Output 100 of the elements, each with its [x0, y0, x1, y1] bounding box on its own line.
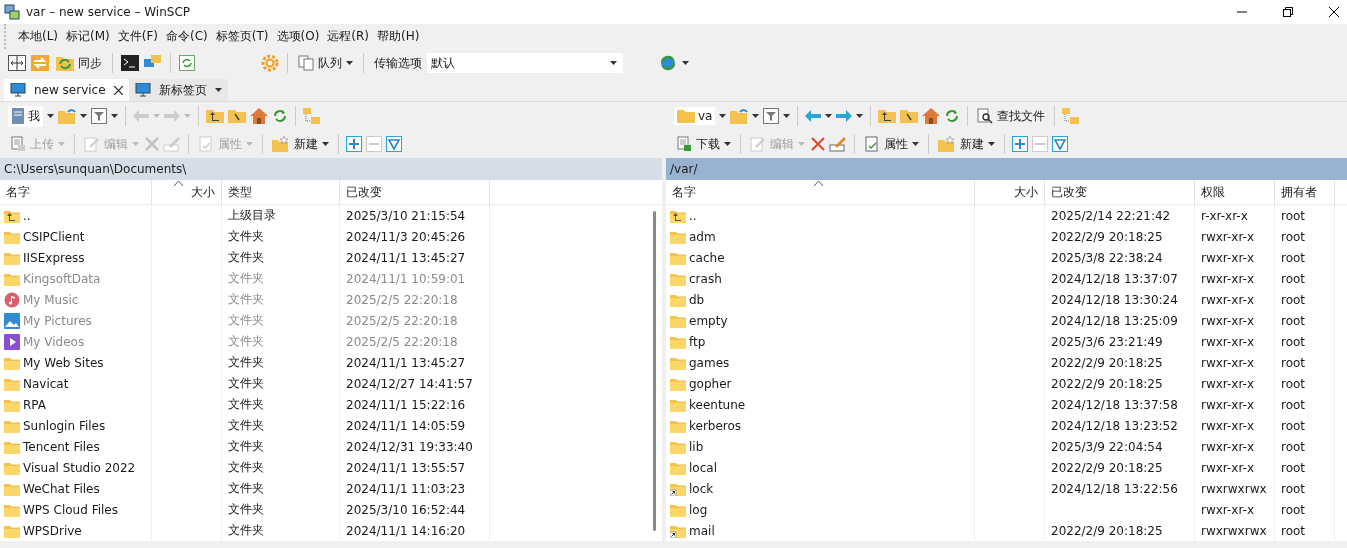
column-header[interactable]: 拥有者	[1275, 180, 1335, 204]
caret-icon[interactable]	[783, 114, 791, 118]
file-name[interactable]: games	[689, 355, 730, 370]
column-header[interactable]: 名字	[0, 180, 152, 204]
table-cell: 2025/2/14 22:21:42	[1051, 208, 1171, 223]
refresh-icon[interactable]	[944, 108, 961, 124]
refresh-icon[interactable]	[272, 108, 288, 124]
file-name[interactable]: WPSDrive	[23, 523, 82, 538]
transfer-settings-dropdown[interactable]: 默认	[427, 53, 623, 73]
column-header[interactable]: 已改变	[1045, 180, 1195, 204]
drive-selector[interactable]: va	[674, 107, 716, 125]
caret-icon[interactable]	[719, 114, 727, 118]
column-header[interactable]: 大小	[152, 180, 222, 204]
sync-globe-icon[interactable]	[659, 54, 677, 72]
menu-item[interactable]: 帮助(H)	[373, 28, 424, 45]
close-icon[interactable]	[1329, 7, 1339, 17]
file-name[interactable]: WPS Cloud Files	[23, 502, 118, 517]
file-name[interactable]: lib	[689, 439, 704, 454]
file-name[interactable]: adm	[689, 229, 716, 244]
caret-icon[interactable]	[111, 114, 118, 118]
file-name[interactable]: RPA	[23, 397, 46, 412]
file-name[interactable]: CSIPClient	[23, 229, 85, 244]
file-name[interactable]: Tencent Files	[23, 439, 100, 454]
table-cell: 文件夹	[228, 417, 264, 434]
plus-icon[interactable]	[1012, 136, 1028, 152]
file-name[interactable]: ..	[689, 208, 697, 223]
menu-item[interactable]: 命令(C)	[162, 28, 212, 45]
refresh-icon[interactable]	[179, 55, 195, 71]
home-icon[interactable]	[250, 108, 268, 124]
close-icon[interactable]	[113, 85, 123, 95]
menu-item[interactable]: 本地(L)	[14, 28, 63, 45]
file-name[interactable]: keentune	[689, 397, 746, 412]
compare-icon[interactable]	[8, 55, 26, 71]
file-name[interactable]: kerberos	[689, 418, 742, 433]
home-icon[interactable]	[922, 108, 941, 124]
column-header[interactable]: 权限	[1195, 180, 1275, 204]
file-name[interactable]: WeChat Files	[23, 481, 100, 496]
file-name[interactable]: Sunlogin Files	[23, 418, 106, 433]
sync-icon[interactable]	[31, 55, 49, 71]
file-name[interactable]: empty	[689, 313, 728, 328]
session-tab[interactable]: new service	[4, 79, 129, 101]
file-name[interactable]: ..	[23, 208, 31, 223]
filter-icon[interactable]	[91, 108, 107, 124]
file-name[interactable]: lock	[689, 481, 714, 496]
file-name[interactable]: My Pictures	[23, 313, 92, 328]
menu-item[interactable]: 标记(M)	[62, 28, 114, 45]
rename-icon[interactable]	[829, 136, 847, 152]
new-button[interactable]: 新建	[270, 134, 331, 154]
sync-button[interactable]: 同步	[54, 53, 104, 73]
select-filter-icon[interactable]	[1052, 136, 1068, 152]
caret-icon[interactable]	[80, 114, 87, 118]
file-name[interactable]: crash	[689, 271, 722, 286]
queue-button[interactable]: 队列	[296, 53, 355, 73]
properties-button[interactable]: 属性	[862, 134, 921, 154]
plus-icon[interactable]	[346, 136, 362, 152]
file-name[interactable]: cache	[689, 250, 725, 265]
delete-icon[interactable]	[811, 137, 825, 151]
path-bar: C:\Users\sunquan\Documents\	[0, 158, 663, 180]
column-header[interactable]: 类型	[222, 180, 340, 204]
column-header[interactable]: 名字	[666, 180, 975, 204]
file-name[interactable]: db	[689, 292, 705, 307]
column-header[interactable]: 大小	[975, 180, 1045, 204]
download-button[interactable]: 下载	[674, 134, 733, 154]
caret-icon[interactable]	[825, 114, 833, 118]
find-files-button[interactable]: 查找文件	[975, 106, 1048, 126]
file-name[interactable]: Visual Studio 2022	[23, 460, 136, 475]
terminal-icon[interactable]	[121, 55, 139, 71]
file-name[interactable]: My Web Sites	[23, 355, 104, 370]
file-name[interactable]: ftp	[689, 334, 706, 349]
drive-selector[interactable]: 我	[8, 105, 43, 127]
session-tab[interactable]: 新标签页	[128, 79, 228, 101]
file-name[interactable]: My Music	[23, 292, 79, 307]
menu-item[interactable]: 选项(O)	[272, 28, 324, 45]
caret-icon[interactable]	[752, 114, 760, 118]
root-folder-icon[interactable]	[900, 109, 919, 123]
table-cell: rwxrwxrwx	[1201, 481, 1267, 496]
caret-icon[interactable]	[47, 114, 54, 118]
file-name[interactable]: KingsoftData	[23, 271, 101, 286]
parent-folder-icon[interactable]	[878, 109, 897, 123]
filter-icon[interactable]	[763, 108, 780, 124]
caret-icon[interactable]	[856, 114, 864, 118]
file-name[interactable]: gopher	[689, 376, 732, 391]
menu-item[interactable]: 标签页(T)	[211, 28, 273, 45]
restore-icon[interactable]	[1283, 7, 1293, 17]
select-filter-icon[interactable]	[386, 136, 402, 152]
parent-folder-icon[interactable]	[206, 109, 224, 123]
table-cell: 2025/3/10 16:52:44	[346, 502, 466, 517]
file-name[interactable]: log	[689, 502, 708, 517]
file-name[interactable]: My Videos	[23, 334, 85, 349]
menu-item[interactable]: 文件(F)	[113, 28, 163, 45]
file-name[interactable]: local	[689, 460, 717, 475]
caret-icon[interactable]	[214, 88, 222, 92]
file-name[interactable]: Navicat	[23, 376, 69, 391]
column-header[interactable]: 已改变	[340, 180, 490, 204]
root-folder-icon[interactable]	[228, 109, 246, 123]
file-name[interactable]: IISExpress	[23, 250, 85, 265]
caret-icon[interactable]	[682, 61, 689, 65]
file-name[interactable]: mail	[689, 523, 715, 538]
menu-item[interactable]: 远程(R)	[323, 28, 373, 45]
new-button[interactable]: 新建	[936, 134, 997, 154]
